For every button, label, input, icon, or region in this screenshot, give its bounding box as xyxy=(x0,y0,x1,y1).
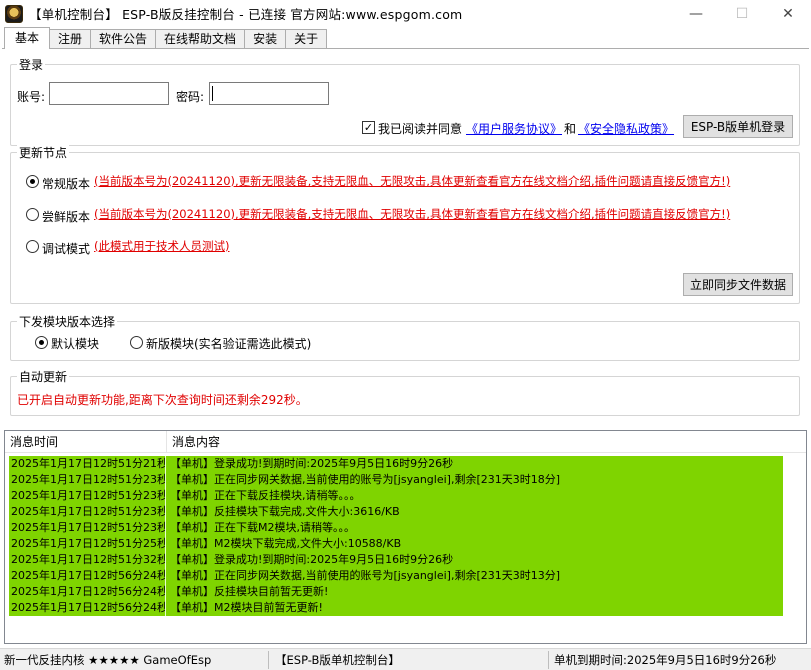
login-group-title: 登录 xyxy=(17,56,46,73)
and-text: 和 xyxy=(564,122,577,136)
new-module-label: 新版模块(实名验证需选此模式) xyxy=(146,337,312,351)
log-row[interactable]: 2025年1月17日12时56分24秒 【单机】M2模块目前暂无更新! xyxy=(9,600,783,616)
tab-install[interactable]: 安装 xyxy=(244,29,287,49)
debug-mode-note[interactable]: (此模式用于技术人员测试) xyxy=(94,238,229,254)
regular-version-label: 常规版本 xyxy=(42,177,91,191)
log-time: 2025年1月17日12时51分23秒 xyxy=(9,504,166,520)
tab-online-help[interactable]: 在线帮助文档 xyxy=(155,29,246,49)
log-time: 2025年1月17日12时51分21秒 xyxy=(9,456,166,472)
status-divider xyxy=(548,651,549,669)
status-divider xyxy=(268,651,269,669)
password-label: 密码: xyxy=(176,90,205,104)
tab-announcement[interactable]: 软件公告 xyxy=(90,29,157,49)
update-node-group: 更新节点 常规版本 (当前版本号为(20241120),更新无限装备,支持无限血… xyxy=(10,144,800,304)
radio-debug-mode[interactable] xyxy=(26,240,39,253)
log-row[interactable]: 2025年1月17日12时51分23秒 【单机】正在下载M2模块,请稍等。。。 xyxy=(9,520,783,536)
log-message: 【单机】反挂模块目前暂无更新! xyxy=(166,584,783,600)
log-message: 【单机】M2模块下载完成,文件大小:10588/KB xyxy=(166,536,783,552)
tab-strip: 基本 注册 软件公告 在线帮助文档 安装 关于 xyxy=(4,27,328,49)
status-engine: 新一代反挂内核 ★★★★★ GameOfEsp xyxy=(4,653,212,667)
default-module-label: 默认模块 xyxy=(51,337,100,351)
col-header-time[interactable]: 消息时间 xyxy=(5,431,167,452)
log-message: 【单机】登录成功!到期时间:2025年9月5日16时9分26秒 xyxy=(166,456,783,472)
log-message: 【单机】反挂模块下载完成,文件大小:3616/KB xyxy=(166,504,783,520)
account-label: 账号: xyxy=(17,90,46,104)
log-time: 2025年1月17日12时56分24秒 xyxy=(9,584,166,600)
radio-new-module[interactable] xyxy=(130,336,143,349)
log-row[interactable]: 2025年1月17日12时51分32秒 【单机】登录成功!到期时间:2025年9月… xyxy=(9,552,783,568)
tab-register[interactable]: 注册 xyxy=(49,29,92,49)
col-header-content[interactable]: 消息内容 xyxy=(167,431,782,452)
auto-update-status: 已开启自动更新功能,距离下次查询时间还剩余292秒。 xyxy=(17,393,308,407)
log-rows: 2025年1月17日12时51分21秒 【单机】登录成功!到期时间:2025年9月… xyxy=(9,456,783,616)
log-row[interactable]: 2025年1月17日12时56分24秒 【单机】反挂模块目前暂无更新! xyxy=(9,584,783,600)
log-time: 2025年1月17日12时56分24秒 xyxy=(9,600,166,616)
log-message: 【单机】M2模块目前暂无更新! xyxy=(166,600,783,616)
password-input[interactable] xyxy=(209,82,329,105)
log-message: 【单机】正在下载反挂模块,请稍等。。。 xyxy=(166,488,783,504)
radio-beta-version[interactable] xyxy=(26,208,39,221)
module-select-group-title: 下发模块版本选择 xyxy=(17,313,118,330)
log-time: 2025年1月17日12时51分23秒 xyxy=(9,488,166,504)
log-row[interactable]: 2025年1月17日12时51分21秒 【单机】登录成功!到期时间:2025年9月… xyxy=(9,456,783,472)
update-node-group-title: 更新节点 xyxy=(17,144,70,161)
auto-update-group: 自动更新 已开启自动更新功能,距离下次查询时间还剩余292秒。 xyxy=(10,368,800,416)
auto-update-group-title: 自动更新 xyxy=(17,368,70,385)
agree-text: 我已阅读并同意 xyxy=(378,122,463,136)
debug-mode-label: 调试模式 xyxy=(42,242,91,256)
privacy-link[interactable]: 《安全隐私政策》 xyxy=(578,120,674,137)
app-logo-icon xyxy=(5,4,23,23)
agree-checkbox[interactable]: ✓ xyxy=(362,121,375,134)
tab-about[interactable]: 关于 xyxy=(285,29,328,49)
log-message: 【单机】正在同步网关数据,当前使用的账号为[jsyanglei],剩余[231天… xyxy=(166,568,783,584)
log-time: 2025年1月17日12时56分24秒 xyxy=(9,568,166,584)
beta-version-note[interactable]: (当前版本号为(20241120),更新无限装备,支持无限血、无限攻击,具体更新… xyxy=(94,206,730,222)
log-row[interactable]: 2025年1月17日12时51分25秒 【单机】M2模块下载完成,文件大小:105… xyxy=(9,536,783,552)
login-button[interactable]: ESP-B版单机登录 xyxy=(683,115,793,138)
basic-tab-pane: 登录 账号: 密码: ✓ 我已阅读并同意 《用户服务协议》 和 《安全隐私政策》… xyxy=(2,49,809,427)
status-bar: 新一代反挂内核 ★★★★★ GameOfEsp 【ESP-B版单机控制台】 单机… xyxy=(0,648,811,670)
title-bar: 【单机控制台】 ESP-B版反挂控制台 - 已连接 官方网站:www.espgo… xyxy=(0,0,811,27)
text-cursor xyxy=(212,86,213,101)
login-group: 登录 账号: 密码: ✓ 我已阅读并同意 《用户服务协议》 和 《安全隐私政策》… xyxy=(10,56,800,146)
log-row[interactable]: 2025年1月17日12时56分24秒 【单机】正在同步网关数据,当前使用的账号为… xyxy=(9,568,783,584)
log-message: 【单机】正在同步网关数据,当前使用的账号为[jsyanglei],剩余[231天… xyxy=(166,472,783,488)
maximize-button: ☐ xyxy=(735,5,749,22)
log-time: 2025年1月17日12时51分25秒 xyxy=(9,536,166,552)
window-title: 【单机控制台】 ESP-B版反挂控制台 - 已连接 官方网站:www.espgo… xyxy=(29,7,463,22)
log-message: 【单机】正在下载M2模块,请稍等。。。 xyxy=(166,520,783,536)
radio-default-module[interactable] xyxy=(35,336,48,349)
radio-regular-version[interactable] xyxy=(26,175,39,188)
log-time: 2025年1月17日12时51分32秒 xyxy=(9,552,166,568)
tab-basic[interactable]: 基本 xyxy=(4,27,51,49)
close-button[interactable]: ✕ xyxy=(765,0,811,27)
log-row[interactable]: 2025年1月17日12时51分23秒 【单机】正在同步网关数据,当前使用的账号为… xyxy=(9,472,783,488)
window-controls: — ☐ ✕ xyxy=(673,0,811,27)
module-select-group: 下发模块版本选择 默认模块 新版模块(实名验证需选此模式) xyxy=(10,313,800,361)
status-expiry: 单机到期时间:2025年9月5日16时9分26秒 xyxy=(554,653,777,667)
status-console-name: 【ESP-B版单机控制台】 xyxy=(275,653,400,667)
sync-files-button[interactable]: 立即同步文件数据 xyxy=(683,273,793,296)
beta-version-label: 尝鲜版本 xyxy=(42,210,91,224)
terms-link[interactable]: 《用户服务协议》 xyxy=(466,120,562,137)
regular-version-note[interactable]: (当前版本号为(20241120),更新无限装备,支持无限血、无限攻击,具体更新… xyxy=(94,173,730,189)
message-log[interactable]: 消息时间 消息内容 2025年1月17日12时51分21秒 【单机】登录成功!到期… xyxy=(4,430,807,644)
log-row[interactable]: 2025年1月17日12时51分23秒 【单机】反挂模块下载完成,文件大小:361… xyxy=(9,504,783,520)
log-time: 2025年1月17日12时51分23秒 xyxy=(9,520,166,536)
log-message: 【单机】登录成功!到期时间:2025年9月5日16时9分26秒 xyxy=(166,552,783,568)
log-row[interactable]: 2025年1月17日12时51分23秒 【单机】正在下载反挂模块,请稍等。。。 xyxy=(9,488,783,504)
minimize-button[interactable]: — xyxy=(673,0,719,27)
log-header: 消息时间 消息内容 xyxy=(5,431,806,453)
account-input[interactable] xyxy=(49,82,169,105)
log-time: 2025年1月17日12时51分23秒 xyxy=(9,472,166,488)
